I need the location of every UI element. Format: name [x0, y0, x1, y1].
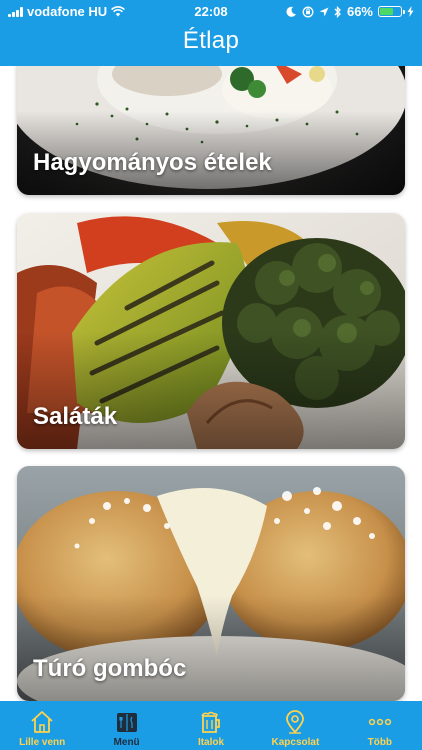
menu-book-icon	[116, 713, 137, 732]
menu-category-list: Hagyományos ételek Saláták Túró gombóc	[0, 66, 422, 701]
bluetooth-icon	[334, 5, 341, 18]
battery-icon	[378, 6, 405, 17]
tab-tobb[interactable]: Több	[338, 701, 422, 750]
header-bar: vodafone HU 22:08 66% Étlap	[0, 0, 422, 66]
category-label: Túró gombóc	[33, 655, 187, 682]
battery-percent: 66%	[346, 4, 373, 19]
category-label: Hagyományos ételek	[33, 149, 272, 176]
more-dots-icon	[368, 718, 391, 726]
charging-icon	[407, 6, 414, 17]
tab-label: Lille venn	[19, 737, 66, 748]
category-card-hagyomanyos[interactable]: Hagyományos ételek	[17, 66, 405, 195]
battery-level	[380, 8, 393, 15]
category-card-salatak[interactable]: Saláták	[17, 213, 405, 449]
category-label: Saláták	[33, 403, 118, 430]
tab-kapcsolat[interactable]: Kapcsolat	[253, 701, 337, 750]
tab-lille-venn[interactable]: Lille venn	[0, 701, 84, 750]
beer-mug-icon	[201, 711, 220, 733]
home-icon	[31, 711, 53, 733]
tab-menu[interactable]: Menü	[84, 701, 168, 750]
tab-label: Több	[367, 737, 393, 748]
tab-label: Italok	[197, 737, 225, 748]
rotation-lock-icon	[302, 6, 314, 17]
moon-icon	[286, 6, 296, 17]
tab-label: Kapcsolat	[271, 737, 320, 748]
page-title: Étlap	[182, 27, 240, 54]
location-pin-icon	[286, 710, 305, 734]
status-bar: vodafone HU 22:08 66%	[0, 0, 422, 22]
location-arrow-icon	[319, 7, 329, 16]
category-card-turo-gomboc[interactable]: Túró gombóc	[17, 466, 405, 701]
tab-bar: Lille venn Menü Italok Kapcsolat Több	[0, 701, 422, 750]
tab-label: Menü	[113, 737, 140, 748]
app-screen: vodafone HU 22:08 66% Étlap Hagyományos …	[0, 0, 422, 750]
tab-italok[interactable]: Italok	[169, 701, 253, 750]
